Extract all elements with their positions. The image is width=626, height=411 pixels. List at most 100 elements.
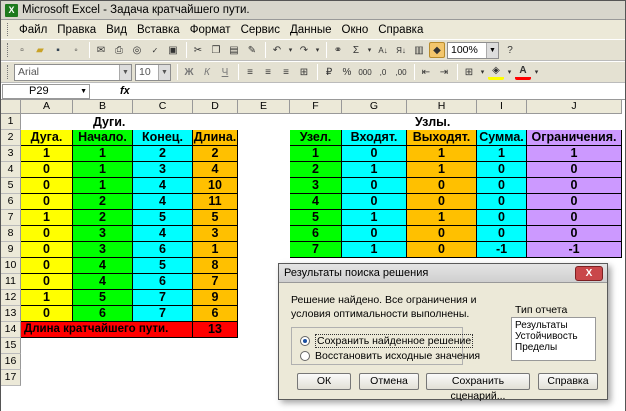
menu-item[interactable]: Правка: [52, 24, 101, 36]
row-header[interactable]: 4: [1, 162, 21, 178]
nodes-table-cell[interactable]: 7: [290, 242, 342, 258]
arcs-table-cell[interactable]: 0: [21, 178, 73, 194]
format-painter-icon[interactable]: ✎: [244, 42, 260, 58]
nodes-table-cell[interactable]: 1: [407, 146, 477, 162]
nodes-table-cell[interactable]: 0: [407, 194, 477, 210]
column-header[interactable]: H: [407, 100, 477, 114]
arcs-table-cell[interactable]: 2: [133, 146, 193, 162]
arcs-table-cell[interactable]: 8: [193, 258, 238, 274]
nodes-table-cell[interactable]: 0: [407, 178, 477, 194]
arcs-table-cell[interactable]: 0: [21, 194, 73, 210]
row-header[interactable]: 6: [1, 194, 21, 210]
close-icon[interactable]: X: [575, 266, 603, 281]
arcs-table-cell[interactable]: 4: [73, 274, 133, 290]
row-header[interactable]: 13: [1, 306, 21, 322]
arcs-table-cell[interactable]: 4: [133, 178, 193, 194]
nodes-table-cell[interactable]: 6: [290, 226, 342, 242]
arcs-table-cell[interactable]: 4: [73, 258, 133, 274]
print-preview-icon[interactable]: ◎: [129, 42, 145, 58]
restore-values-radio[interactable]: Восстановить исходные значения: [300, 350, 480, 362]
nodes-table-cell[interactable]: 1: [477, 146, 527, 162]
autosum-dropdown-icon[interactable]: ▾: [366, 42, 373, 58]
arcs-table-cell[interactable]: 3: [73, 242, 133, 258]
nodes-table-cell[interactable]: 4: [290, 194, 342, 210]
report-item-results[interactable]: Результаты: [515, 320, 592, 331]
column-header[interactable]: B: [73, 100, 133, 114]
arcs-table-cell[interactable]: 5: [73, 290, 133, 306]
formula-input[interactable]: [130, 84, 625, 99]
arcs-table-cell[interactable]: 0: [21, 162, 73, 178]
arcs-table-cell[interactable]: 7: [133, 290, 193, 306]
arcs-table-cell[interactable]: 1: [21, 146, 73, 162]
arcs-table-cell[interactable]: 11: [193, 194, 238, 210]
report-item-limits[interactable]: Пределы: [515, 342, 592, 353]
borders-dropdown-icon[interactable]: ▾: [479, 64, 486, 80]
save-scenario-button[interactable]: Сохранить сценарий...: [426, 373, 530, 402]
menu-item[interactable]: Сервис: [236, 24, 285, 36]
arcs-header-cell[interactable]: Начало.: [73, 130, 133, 146]
nodes-table-cell[interactable]: 0: [477, 194, 527, 210]
currency-icon[interactable]: ₽: [321, 64, 337, 80]
copy-icon[interactable]: ❐: [208, 42, 224, 58]
italic-icon[interactable]: К: [199, 64, 215, 80]
percent-icon[interactable]: %: [339, 64, 355, 80]
arcs-table-cell[interactable]: 0: [21, 274, 73, 290]
row-header[interactable]: 9: [1, 242, 21, 258]
keep-solution-radio[interactable]: Сохранить найденное решение: [300, 334, 474, 348]
arcs-table-cell[interactable]: 3: [193, 226, 238, 242]
align-right-icon[interactable]: ≡: [278, 64, 294, 80]
arcs-table-cell[interactable]: 10: [193, 178, 238, 194]
nodes-table-cell[interactable]: 0: [527, 226, 622, 242]
nodes-table-cell[interactable]: 0: [477, 162, 527, 178]
thousands-icon[interactable]: 000: [357, 64, 373, 80]
sort-descending-icon[interactable]: Я↓: [393, 42, 409, 58]
row-header[interactable]: 11: [1, 274, 21, 290]
column-header[interactable]: C: [133, 100, 193, 114]
nodes-table-cell[interactable]: 0: [342, 146, 407, 162]
menu-item[interactable]: Вид: [101, 24, 132, 36]
arcs-table-cell[interactable]: 0: [21, 242, 73, 258]
nodes-table-cell[interactable]: -1: [477, 242, 527, 258]
permission-icon[interactable]: ◦: [68, 42, 84, 58]
arcs-table-cell[interactable]: 6: [133, 242, 193, 258]
arcs-table-cell[interactable]: 1: [21, 210, 73, 226]
shortest-path-label[interactable]: Длина кратчайшего пути.: [21, 322, 193, 338]
arcs-table-cell[interactable]: 3: [73, 226, 133, 242]
arcs-table-cell[interactable]: 0: [21, 258, 73, 274]
research-icon[interactable]: ▣: [165, 42, 181, 58]
arcs-table-cell[interactable]: 7: [193, 274, 238, 290]
arcs-table-cell[interactable]: 5: [193, 210, 238, 226]
arcs-table-cell[interactable]: 1: [73, 178, 133, 194]
arcs-table-cell[interactable]: 1: [73, 146, 133, 162]
select-all-corner[interactable]: [1, 100, 21, 114]
email-icon[interactable]: ✉: [93, 42, 109, 58]
nodes-table-cell[interactable]: 0: [527, 194, 622, 210]
row-header[interactable]: 1: [1, 114, 21, 130]
font-color-dropdown-icon[interactable]: ▾: [533, 64, 540, 80]
arcs-table-cell[interactable]: 5: [133, 258, 193, 274]
arcs-table-cell[interactable]: 2: [193, 146, 238, 162]
increase-decimal-icon[interactable]: ,0: [375, 64, 391, 80]
row-header[interactable]: 10: [1, 258, 21, 274]
align-left-icon[interactable]: ≡: [242, 64, 258, 80]
nodes-table-cell[interactable]: 0: [477, 226, 527, 242]
nodes-table-cell[interactable]: 2: [290, 162, 342, 178]
help-button[interactable]: Справка: [538, 373, 598, 390]
undo-icon[interactable]: ↶: [269, 42, 285, 58]
report-item-sensitivity[interactable]: Устойчивость: [515, 331, 592, 342]
nodes-header-cell[interactable]: Сумма.: [477, 130, 527, 146]
nodes-table-cell[interactable]: 1: [407, 162, 477, 178]
arcs-table-cell[interactable]: 2: [73, 210, 133, 226]
row-header[interactable]: 14: [1, 322, 21, 338]
open-folder-icon[interactable]: ▰: [32, 42, 48, 58]
spelling-icon[interactable]: ✓: [147, 42, 163, 58]
align-center-icon[interactable]: ≡: [260, 64, 276, 80]
arcs-table-cell[interactable]: 7: [133, 306, 193, 322]
menu-item[interactable]: Справка: [373, 24, 428, 36]
underline-icon[interactable]: Ч: [217, 64, 233, 80]
nodes-table-cell[interactable]: 5: [290, 210, 342, 226]
column-header[interactable]: D: [193, 100, 238, 114]
fill-color-icon[interactable]: ◈: [488, 64, 504, 80]
nodes-table-cell[interactable]: 1: [290, 146, 342, 162]
arcs-table-cell[interactable]: 4: [193, 162, 238, 178]
